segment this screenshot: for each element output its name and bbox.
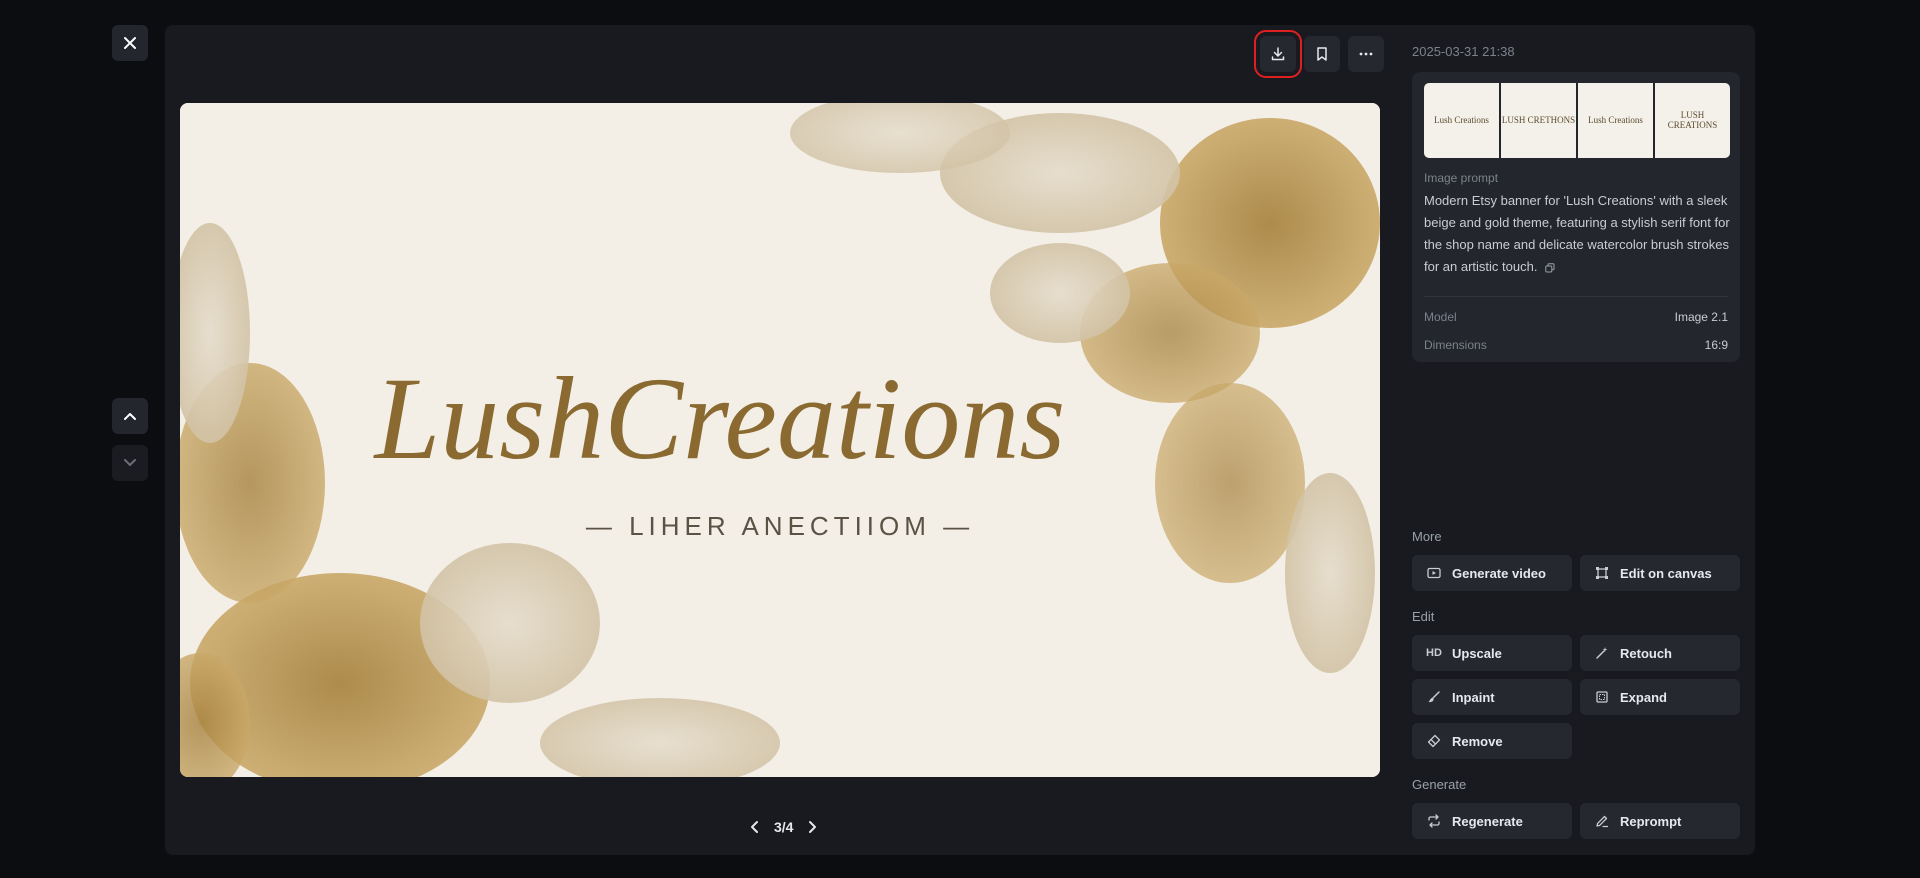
- refresh-icon: [1426, 813, 1442, 829]
- video-icon: [1426, 565, 1442, 581]
- meta-value: 16:9: [1704, 338, 1728, 352]
- banner-subtitle: — LIHER ANECTIIOM —: [586, 511, 974, 541]
- thumbnail-label: Lush Creations: [1434, 114, 1489, 125]
- chevron-left-icon: [751, 821, 758, 833]
- brush-icon: [1426, 689, 1442, 705]
- chevron-down-icon: [124, 459, 136, 466]
- meta-label: Model: [1424, 310, 1457, 324]
- thumbnail-label: LUSH CRETHONS: [1501, 114, 1576, 125]
- magic-wand-icon: [1594, 645, 1610, 661]
- button-label: Inpaint: [1452, 689, 1495, 705]
- meta-label: Dimensions: [1424, 338, 1487, 352]
- chevron-up-icon: [124, 413, 136, 420]
- banner-title: LushCreations: [373, 353, 1066, 484]
- banner-artwork: LushCreations — LIHER ANECTIIOM —: [180, 103, 1380, 777]
- expand-icon: [1594, 689, 1610, 705]
- button-label: Generate video: [1452, 565, 1546, 581]
- bookmark-icon: [1317, 47, 1327, 61]
- thumbnail-strip: Lush Creations LUSH CRETHONS Lush Creati…: [1424, 83, 1730, 158]
- expand-button[interactable]: Expand: [1580, 679, 1740, 715]
- next-image-button[interactable]: [112, 445, 148, 481]
- canvas-icon: [1594, 565, 1610, 581]
- thumbnail-2[interactable]: LUSH CRETHONS: [1501, 83, 1576, 158]
- pager-count: 3/4: [774, 819, 794, 835]
- regenerate-button[interactable]: Regenerate: [1412, 803, 1572, 839]
- prompt-label: Image prompt: [1424, 171, 1499, 185]
- bookmark-button[interactable]: [1304, 36, 1340, 72]
- button-label: Reprompt: [1620, 813, 1682, 829]
- button-label: Retouch: [1620, 645, 1672, 661]
- reprompt-button[interactable]: Reprompt: [1580, 803, 1740, 839]
- button-label: Regenerate: [1452, 813, 1523, 829]
- image-viewer-panel: LushCreations — LIHER ANECTIIOM — 3/4 20…: [165, 25, 1755, 855]
- divider: [1424, 296, 1728, 297]
- generate-video-button[interactable]: Generate video: [1412, 555, 1572, 591]
- hd-icon: HD: [1426, 647, 1442, 659]
- thumbnail-label: LUSH CREATIONS: [1667, 109, 1718, 130]
- section-title-more: More: [1412, 529, 1442, 544]
- thumbnail-3[interactable]: Lush Creations: [1578, 83, 1653, 158]
- button-label: Expand: [1620, 689, 1667, 705]
- ellipsis-icon: [1359, 52, 1373, 56]
- meta-row-model: Model Image 2.1: [1424, 310, 1728, 324]
- meta-row-dimensions: Dimensions 16:9: [1424, 338, 1728, 352]
- generated-image: LushCreations — LIHER ANECTIIOM —: [180, 103, 1380, 777]
- remove-button[interactable]: Remove: [1412, 723, 1572, 759]
- download-button[interactable]: [1254, 30, 1302, 78]
- thumbnail-label: Lush Creations: [1588, 114, 1643, 125]
- eraser-icon: [1426, 733, 1442, 749]
- pencil-icon: [1594, 813, 1610, 829]
- close-button[interactable]: [112, 25, 148, 61]
- prompt-text-content: Modern Etsy banner for 'Lush Creations' …: [1424, 193, 1730, 274]
- inpaint-button[interactable]: Inpaint: [1412, 679, 1572, 715]
- pager-next-button[interactable]: [807, 820, 817, 834]
- thumbnail-1[interactable]: Lush Creations: [1424, 83, 1499, 158]
- section-title-generate: Generate: [1412, 777, 1467, 792]
- button-label: Upscale: [1452, 645, 1502, 661]
- pager: 3/4: [750, 815, 817, 839]
- prompt-text: Modern Etsy banner for 'Lush Creations' …: [1424, 190, 1730, 278]
- chevron-right-icon: [809, 821, 817, 833]
- close-icon: [124, 37, 136, 49]
- button-label: Edit on canvas: [1620, 565, 1712, 581]
- details-sidebar: 2025-03-31 21:38 Lush Creations LUSH CRE…: [1412, 25, 1742, 855]
- more-options-button[interactable]: [1348, 36, 1384, 72]
- pager-prev-button[interactable]: [750, 820, 760, 834]
- copy-icon[interactable]: [1545, 262, 1555, 273]
- previous-image-button[interactable]: [112, 398, 148, 434]
- button-label: Remove: [1452, 733, 1503, 749]
- thumbnail-4[interactable]: LUSH CREATIONS: [1655, 83, 1730, 158]
- download-icon: [1271, 47, 1285, 61]
- upscale-button[interactable]: HD Upscale: [1412, 635, 1572, 671]
- edit-on-canvas-button[interactable]: Edit on canvas: [1580, 555, 1740, 591]
- created-timestamp: 2025-03-31 21:38: [1412, 44, 1515, 59]
- section-title-edit: Edit: [1412, 609, 1435, 624]
- retouch-button[interactable]: Retouch: [1580, 635, 1740, 671]
- info-card: Lush Creations LUSH CRETHONS Lush Creati…: [1412, 72, 1740, 362]
- meta-value: Image 2.1: [1674, 310, 1728, 324]
